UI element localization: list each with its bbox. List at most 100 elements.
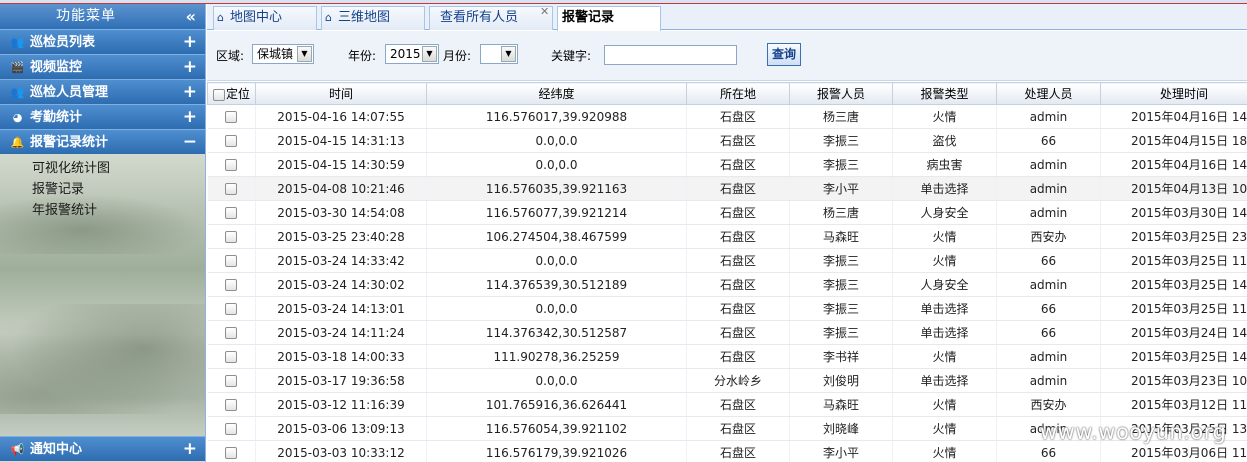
location-cell: 石盘区: [686, 416, 790, 441]
sidebar-item-label: 视频监控: [30, 60, 83, 75]
table-row[interactable]: 2015-03-24 14:30:02 114.376539,30.512189 石…: [207, 272, 1247, 297]
sidebar-title: 功能菜单: [56, 8, 116, 24]
column-header-location[interactable]: 所在地: [686, 82, 790, 105]
sidebar-item-5[interactable]: 🔔 报警记录统计 −: [0, 129, 205, 154]
row-checkbox[interactable]: [225, 303, 238, 315]
row-checkbox[interactable]: [225, 183, 238, 195]
month-select[interactable]: ▼: [480, 44, 518, 64]
select-all-checkbox[interactable]: [212, 88, 225, 101]
location-cell: 石盘区: [686, 272, 790, 297]
table-row[interactable]: 2015-04-16 14:07:55 116.576017,39.920988 石…: [207, 104, 1247, 129]
row-checkbox[interactable]: [225, 423, 238, 435]
collapse-icon[interactable]: −: [183, 130, 197, 155]
expand-icon[interactable]: +: [183, 30, 197, 55]
tab-label: 报警记录: [562, 10, 615, 25]
table-row[interactable]: 2015-03-17 19:36:58 0.0,0.0 分水岭乡 刘俊明 单击选择 adm…: [207, 368, 1247, 393]
sidebar-item-3[interactable]: 👥 巡检人员管理 +: [0, 79, 205, 104]
alarm-type-cell: 火情: [892, 416, 997, 441]
region-select[interactable]: 保城镇 ▼: [252, 44, 314, 64]
coordinates-cell: 116.576017,39.920988: [426, 104, 687, 129]
reporter-cell: 李振三: [789, 296, 893, 321]
expand-icon[interactable]: +: [183, 105, 197, 130]
alarm-records-table: 定位 时间 经纬度 所在地 报警人员 报警类型 处理人员 处理时间 2015-0…: [207, 82, 1247, 462]
sidebar-item-2[interactable]: 🎬 视频监控 +: [0, 54, 205, 79]
alarm-type-cell: 单击选择: [892, 320, 997, 345]
sidebar-item-4[interactable]: ◕ 考勤统计 +: [0, 104, 205, 129]
submenu-item[interactable]: 报警记录: [0, 179, 205, 200]
sidebar-item-1[interactable]: 👥 巡检员列表 +: [0, 29, 205, 54]
table-row[interactable]: 2015-04-08 10:21:46 116.576035,39.921163 石…: [207, 176, 1247, 201]
row-checkbox[interactable]: [225, 207, 238, 219]
table-row[interactable]: 2015-03-24 14:13:01 0.0,0.0 石盘区 李振三 单击选择 66 20…: [207, 296, 1247, 321]
coordinates-cell: 0.0,0.0: [426, 128, 687, 153]
submenu-item[interactable]: 年报警统计: [0, 200, 205, 221]
handle-time-cell: 2015年03月25日 23时: [1100, 224, 1247, 249]
handler-cell: admin: [996, 176, 1101, 201]
table-row[interactable]: 2015-03-24 14:11:24 114.376342,30.512587 石…: [207, 320, 1247, 345]
row-checkbox[interactable]: [225, 159, 238, 171]
keyword-label: 关键字:: [551, 49, 592, 63]
keyword-input[interactable]: [604, 45, 737, 65]
column-header-alarm-type[interactable]: 报警类型: [892, 82, 997, 105]
time-cell: 2015-04-08 10:21:46: [255, 176, 427, 201]
table-row[interactable]: 2015-03-30 14:54:08 116.576077,39.921214 石…: [207, 200, 1247, 225]
megaphone-icon: 📢: [10, 443, 25, 456]
handler-cell: 66: [996, 320, 1101, 345]
coordinates-cell: 0.0,0.0: [426, 248, 687, 273]
expand-icon[interactable]: +: [183, 80, 197, 105]
submenu-item[interactable]: 可视化统计图: [0, 158, 205, 179]
coordinates-cell: 116.576179,39.921026: [426, 440, 687, 462]
reporter-cell: 杨三唐: [789, 200, 893, 225]
reporter-cell: 刘俊明: [789, 368, 893, 393]
table-row[interactable]: 2015-03-25 23:40:28 106.274504,38.467599 石…: [207, 224, 1247, 249]
row-checkbox[interactable]: [225, 279, 238, 291]
expand-icon[interactable]: +: [183, 437, 197, 462]
table-row[interactable]: 2015-04-15 14:31:13 0.0,0.0 石盘区 李振三 盗伐 66 2015…: [207, 128, 1247, 153]
row-checkbox[interactable]: [225, 255, 238, 267]
tab-alarm-records[interactable]: 报警记录: [557, 6, 661, 31]
expand-icon[interactable]: +: [183, 55, 197, 80]
sidebar-item-notice-center[interactable]: 📢 通知中心 +: [0, 436, 205, 461]
row-checkbox[interactable]: [225, 351, 238, 363]
column-header-coordinates[interactable]: 经纬度: [426, 82, 687, 105]
double-chevron-left-icon[interactable]: «: [186, 4, 197, 29]
table-row[interactable]: 2015-03-24 14:33:42 0.0,0.0 石盘区 李振三 火情 66 2015…: [207, 248, 1247, 273]
row-checkbox[interactable]: [225, 231, 238, 243]
coordinates-cell: 0.0,0.0: [426, 296, 687, 321]
locate-cell: [207, 296, 256, 321]
reporter-cell: 李振三: [789, 320, 893, 345]
tab-3d-map[interactable]: ⌂ 三维地图: [321, 6, 425, 30]
time-cell: 2015-03-06 13:09:13: [255, 416, 427, 441]
table-row[interactable]: 2015-03-18 14:00:33 111.90278,36.25259 石盘区…: [207, 344, 1247, 369]
table-row[interactable]: 2015-04-15 14:30:59 0.0,0.0 石盘区 李振三 病虫害 admin…: [207, 152, 1247, 177]
column-header-handler[interactable]: 处理人员: [996, 82, 1101, 105]
row-checkbox[interactable]: [225, 135, 238, 147]
filter-bar: 区域: 保城镇 ▼ 年份: 2015 ▼ 月份: ▼ 关键字: 查询: [207, 31, 1247, 81]
tab-all-personnel[interactable]: 查看所有人员: [429, 6, 553, 30]
sidebar-item-label: 报警记录统计: [30, 135, 109, 150]
search-button[interactable]: 查询: [767, 43, 801, 66]
tab-bar: ⌂ 地图中心 ⌂ 三维地图 查看所有人员 报警记录 ✕: [207, 4, 1247, 31]
row-checkbox[interactable]: [225, 447, 238, 459]
coordinates-cell: 111.90278,36.25259: [426, 344, 687, 369]
handler-cell: admin: [996, 344, 1101, 369]
column-header-time[interactable]: 时间: [255, 82, 427, 105]
handle-time-cell: 2015年03月25日 14时: [1100, 272, 1247, 297]
sidebar-item-label: 巡检人员管理: [30, 85, 109, 100]
column-header-handle-time[interactable]: 处理时间: [1100, 82, 1247, 105]
row-checkbox[interactable]: [225, 399, 238, 411]
reporter-cell: 马森旺: [789, 224, 893, 249]
table-row[interactable]: 2015-03-12 11:16:39 101.765916,36.626441 石…: [207, 392, 1247, 417]
locate-cell: [207, 392, 256, 417]
column-header-locate[interactable]: 定位: [207, 82, 256, 105]
reporter-cell: 李书祥: [789, 344, 893, 369]
column-header-reporter[interactable]: 报警人员: [789, 82, 893, 105]
year-select[interactable]: 2015 ▼: [385, 44, 439, 64]
close-icon[interactable]: ✕: [540, 5, 549, 18]
row-checkbox[interactable]: [225, 375, 238, 387]
handle-time-cell: 2015年03月25日 11时: [1100, 248, 1247, 273]
row-checkbox[interactable]: [225, 111, 238, 123]
row-checkbox[interactable]: [225, 327, 238, 339]
tab-map-center[interactable]: ⌂ 地图中心: [213, 6, 317, 30]
alarm-type-cell: 人身安全: [892, 200, 997, 225]
